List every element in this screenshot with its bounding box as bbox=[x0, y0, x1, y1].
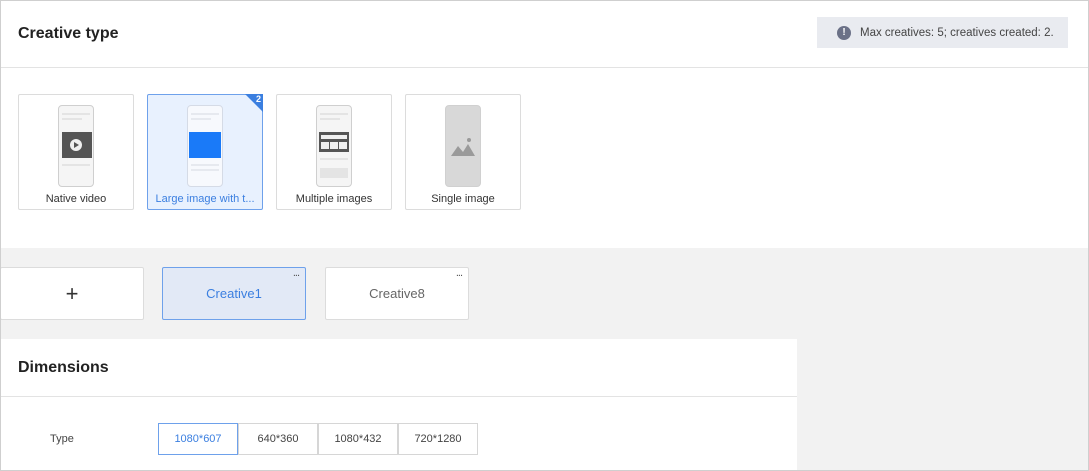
type-card-label: Large image with t... bbox=[155, 193, 255, 205]
dimension-option-1080x432[interactable]: 1080*432 bbox=[318, 423, 398, 455]
type-card-single-image[interactable]: Single image bbox=[405, 94, 521, 210]
tab-creative1[interactable]: Creative1 ... bbox=[162, 267, 306, 320]
creative-type-title: Creative type bbox=[18, 25, 119, 42]
creative-tab-label: Creative1 bbox=[206, 286, 262, 301]
more-options-icon[interactable]: ... bbox=[456, 268, 463, 279]
single-image-icon bbox=[445, 105, 481, 187]
dimensions-title: Dimensions bbox=[18, 359, 109, 376]
notice-text: Max creatives: 5; creatives created: 2. bbox=[860, 26, 1054, 39]
dimension-option-640x360[interactable]: 640*360 bbox=[238, 423, 318, 455]
type-card-label: Single image bbox=[431, 193, 495, 205]
app-frame: Creative type ! Max creatives: 5; creati… bbox=[0, 0, 1089, 471]
multiple-images-icon bbox=[316, 105, 352, 187]
type-card-multiple-images[interactable]: Multiple images bbox=[276, 94, 392, 210]
creative-type-panel: Creative type ! Max creatives: 5; creati… bbox=[1, 1, 1088, 248]
tab-creative8[interactable]: Creative8 ... bbox=[325, 267, 469, 320]
info-icon: ! bbox=[837, 25, 851, 40]
selected-count: 2 bbox=[255, 94, 261, 104]
type-card-native-video[interactable]: Native video bbox=[18, 94, 134, 210]
creative-tab-label: Creative8 bbox=[369, 286, 425, 301]
dimension-option-720x1280[interactable]: 720*1280 bbox=[398, 423, 478, 455]
type-card-label: Native video bbox=[45, 193, 107, 205]
section-divider bbox=[1, 67, 1088, 68]
dimensions-panel: Dimensions Type 1080*607 640*360 1080*43… bbox=[1, 339, 797, 470]
native-video-icon bbox=[58, 105, 94, 187]
large-image-icon bbox=[187, 105, 223, 187]
creatives-limit-notice: ! Max creatives: 5; creatives created: 2… bbox=[817, 17, 1068, 48]
type-card-label: Multiple images bbox=[295, 193, 373, 205]
dimension-type-label: Type bbox=[50, 433, 74, 445]
plus-icon: + bbox=[65, 280, 79, 306]
dimension-option-1080x607[interactable]: 1080*607 bbox=[158, 423, 238, 455]
more-options-icon[interactable]: ... bbox=[293, 268, 300, 279]
add-creative-button[interactable]: + bbox=[1, 267, 144, 320]
type-card-large-image[interactable]: 2 Large image with t... bbox=[147, 94, 263, 210]
section-divider bbox=[1, 396, 797, 397]
